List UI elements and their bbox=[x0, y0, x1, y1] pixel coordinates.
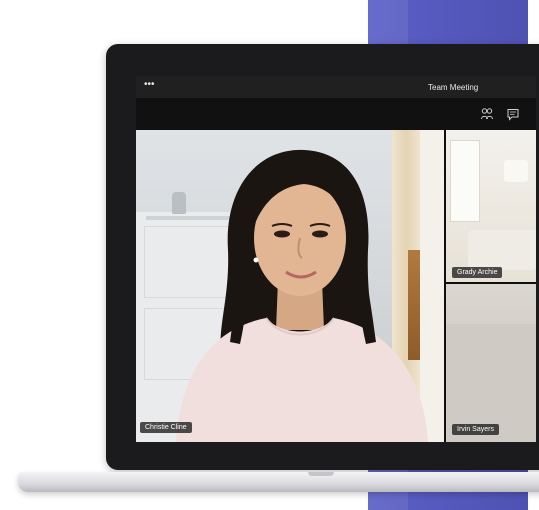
video-stage: Christie Cline Grady Archie Irvin Sayers bbox=[136, 130, 536, 442]
side-video-tile[interactable]: Grady Archie bbox=[446, 130, 536, 282]
participant-name-label: Irvin Sayers bbox=[452, 424, 499, 435]
participant-name-label: Grady Archie bbox=[452, 267, 503, 278]
meeting-title: Team Meeting bbox=[428, 83, 479, 92]
participants-icon[interactable] bbox=[480, 107, 494, 121]
participant-video-person bbox=[176, 149, 428, 442]
laptop-base bbox=[18, 472, 539, 492]
more-dots-icon[interactable]: ••• bbox=[144, 80, 155, 90]
participant-name-label: Christie Cline bbox=[140, 422, 192, 433]
teams-meeting-window: ••• Team Meeting Christie Cline Grady Ar… bbox=[136, 76, 536, 442]
title-bar: ••• Team Meeting bbox=[136, 76, 536, 98]
side-video-tile[interactable]: Irvin Sayers bbox=[446, 284, 536, 442]
meeting-toolbar bbox=[136, 98, 536, 130]
laptop-notch bbox=[308, 472, 334, 476]
chat-icon[interactable] bbox=[506, 107, 520, 121]
background-window bbox=[450, 140, 480, 222]
background-lamp bbox=[504, 160, 528, 182]
background-sofa bbox=[468, 230, 536, 270]
main-video-tile[interactable]: Christie Cline bbox=[136, 130, 444, 442]
